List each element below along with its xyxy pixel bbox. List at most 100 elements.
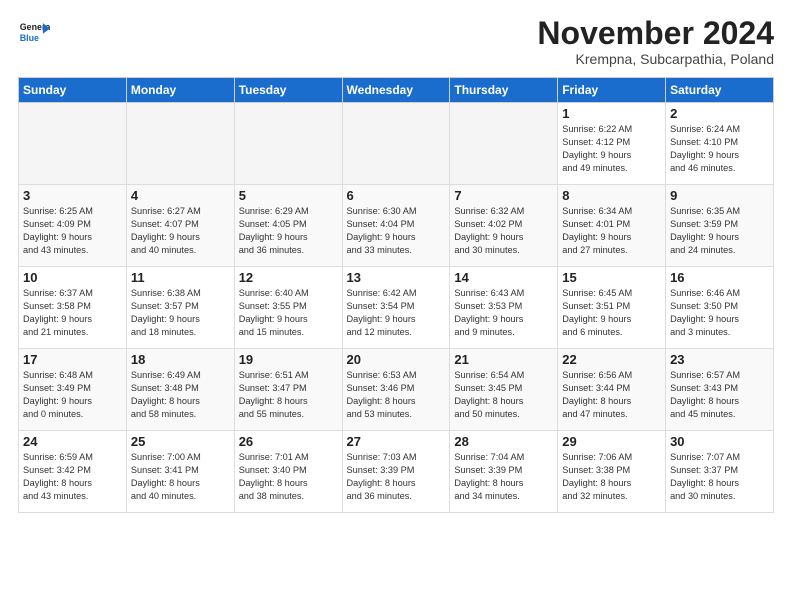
title-section: November 2024 Krempna, Subcarpathia, Pol… [537, 16, 774, 67]
table-row: 16Sunrise: 6:46 AMSunset: 3:50 PMDayligh… [666, 267, 774, 349]
day-info: Sunrise: 6:48 AMSunset: 3:49 PMDaylight:… [23, 369, 122, 421]
col-tuesday: Tuesday [234, 78, 342, 103]
table-row [126, 103, 234, 185]
day-info: Sunrise: 7:07 AMSunset: 3:37 PMDaylight:… [670, 451, 769, 503]
day-info: Sunrise: 6:56 AMSunset: 3:44 PMDaylight:… [562, 369, 661, 421]
day-info: Sunrise: 6:29 AMSunset: 4:05 PMDaylight:… [239, 205, 338, 257]
day-number: 26 [239, 434, 338, 449]
day-info: Sunrise: 6:49 AMSunset: 3:48 PMDaylight:… [131, 369, 230, 421]
table-row [234, 103, 342, 185]
table-row: 6Sunrise: 6:30 AMSunset: 4:04 PMDaylight… [342, 185, 450, 267]
day-info: Sunrise: 6:51 AMSunset: 3:47 PMDaylight:… [239, 369, 338, 421]
day-number: 8 [562, 188, 661, 203]
calendar-week-row: 3 Sunrise: 6:25 AMSunset: 4:09 PMDaylight… [19, 185, 774, 267]
day-info: Sunrise: 6:46 AMSunset: 3:50 PMDaylight:… [670, 287, 769, 339]
table-row: 1 Sunrise: 6:22 AMSunset: 4:12 PMDaylight… [558, 103, 666, 185]
table-row: 28 Sunrise: 7:04 AMSunset: 3:39 PMDayligh… [450, 431, 558, 513]
table-row: 4 Sunrise: 6:27 AMSunset: 4:07 PMDaylight… [126, 185, 234, 267]
calendar-week-row: 10 Sunrise: 6:37 AMSunset: 3:58 PMDayligh… [19, 267, 774, 349]
day-number: 15 [562, 270, 661, 285]
day-number: 10 [23, 270, 122, 285]
col-saturday: Saturday [666, 78, 774, 103]
day-info: Sunrise: 6:25 AMSunset: 4:09 PMDaylight:… [23, 205, 122, 257]
day-number: 11 [131, 270, 230, 285]
day-number: 1 [562, 106, 661, 121]
table-row: 23Sunrise: 6:57 AMSunset: 3:43 PMDayligh… [666, 349, 774, 431]
table-row: 13Sunrise: 6:42 AMSunset: 3:54 PMDayligh… [342, 267, 450, 349]
day-number: 2 [670, 106, 769, 121]
table-row: 3 Sunrise: 6:25 AMSunset: 4:09 PMDaylight… [19, 185, 127, 267]
table-row: 20 Sunrise: 6:53 AMSunset: 3:46 PMDayligh… [342, 349, 450, 431]
table-row: 7 Sunrise: 6:32 AMSunset: 4:02 PMDaylight… [450, 185, 558, 267]
day-info: Sunrise: 7:04 AMSunset: 3:39 PMDaylight:… [454, 451, 553, 503]
table-row: 10 Sunrise: 6:37 AMSunset: 3:58 PMDayligh… [19, 267, 127, 349]
table-row: 2 Sunrise: 6:24 AMSunset: 4:10 PMDaylight… [666, 103, 774, 185]
table-row: 19Sunrise: 6:51 AMSunset: 3:47 PMDayligh… [234, 349, 342, 431]
day-number: 24 [23, 434, 122, 449]
day-number: 14 [454, 270, 553, 285]
day-number: 20 [347, 352, 446, 367]
day-info: Sunrise: 6:22 AMSunset: 4:12 PMDaylight:… [562, 123, 661, 175]
page: General Blue November 2024 Krempna, Subc… [0, 0, 792, 523]
col-friday: Friday [558, 78, 666, 103]
table-row: 12 Sunrise: 6:40 AMSunset: 3:55 PMDayligh… [234, 267, 342, 349]
svg-text:Blue: Blue [20, 33, 39, 43]
table-row: 18 Sunrise: 6:49 AMSunset: 3:48 PMDayligh… [126, 349, 234, 431]
day-info: Sunrise: 6:24 AMSunset: 4:10 PMDaylight:… [670, 123, 769, 175]
day-info: Sunrise: 6:35 AMSunset: 3:59 PMDaylight:… [670, 205, 769, 257]
calendar-week-row: 1 Sunrise: 6:22 AMSunset: 4:12 PMDaylight… [19, 103, 774, 185]
day-info: Sunrise: 6:43 AMSunset: 3:53 PMDaylight:… [454, 287, 553, 339]
header-row: Sunday Monday Tuesday Wednesday Thursday… [19, 78, 774, 103]
table-row [19, 103, 127, 185]
day-info: Sunrise: 6:38 AMSunset: 3:57 PMDaylight:… [131, 287, 230, 339]
day-info: Sunrise: 7:01 AMSunset: 3:40 PMDaylight:… [239, 451, 338, 503]
table-row [342, 103, 450, 185]
day-info: Sunrise: 6:32 AMSunset: 4:02 PMDaylight:… [454, 205, 553, 257]
day-number: 4 [131, 188, 230, 203]
table-row: 30 Sunrise: 7:07 AMSunset: 3:37 PMDayligh… [666, 431, 774, 513]
header: General Blue November 2024 Krempna, Subc… [18, 16, 774, 67]
table-row: 25Sunrise: 7:00 AMSunset: 3:41 PMDayligh… [126, 431, 234, 513]
day-number: 30 [670, 434, 769, 449]
logo-icon: General Blue [18, 16, 50, 48]
calendar-table: Sunday Monday Tuesday Wednesday Thursday… [18, 77, 774, 513]
day-info: Sunrise: 6:45 AMSunset: 3:51 PMDaylight:… [562, 287, 661, 339]
day-number: 13 [347, 270, 446, 285]
day-number: 21 [454, 352, 553, 367]
day-number: 3 [23, 188, 122, 203]
day-info: Sunrise: 6:54 AMSunset: 3:45 PMDaylight:… [454, 369, 553, 421]
day-number: 28 [454, 434, 553, 449]
day-number: 27 [347, 434, 446, 449]
col-wednesday: Wednesday [342, 78, 450, 103]
day-info: Sunrise: 7:00 AMSunset: 3:41 PMDaylight:… [131, 451, 230, 503]
table-row: 24 Sunrise: 6:59 AMSunset: 3:42 PMDayligh… [19, 431, 127, 513]
table-row: 17 Sunrise: 6:48 AMSunset: 3:49 PMDayligh… [19, 349, 127, 431]
table-row: 11 Sunrise: 6:38 AMSunset: 3:57 PMDayligh… [126, 267, 234, 349]
day-number: 18 [131, 352, 230, 367]
day-info: Sunrise: 6:40 AMSunset: 3:55 PMDaylight:… [239, 287, 338, 339]
day-info: Sunrise: 6:59 AMSunset: 3:42 PMDaylight:… [23, 451, 122, 503]
day-info: Sunrise: 6:27 AMSunset: 4:07 PMDaylight:… [131, 205, 230, 257]
calendar-week-row: 17 Sunrise: 6:48 AMSunset: 3:49 PMDayligh… [19, 349, 774, 431]
calendar-week-row: 24 Sunrise: 6:59 AMSunset: 3:42 PMDayligh… [19, 431, 774, 513]
table-row: 26 Sunrise: 7:01 AMSunset: 3:40 PMDayligh… [234, 431, 342, 513]
day-info: Sunrise: 6:37 AMSunset: 3:58 PMDaylight:… [23, 287, 122, 339]
day-info: Sunrise: 6:53 AMSunset: 3:46 PMDaylight:… [347, 369, 446, 421]
day-number: 9 [670, 188, 769, 203]
table-row: 5 Sunrise: 6:29 AMSunset: 4:05 PMDaylight… [234, 185, 342, 267]
table-row: 21 Sunrise: 6:54 AMSunset: 3:45 PMDayligh… [450, 349, 558, 431]
day-info: Sunrise: 6:30 AMSunset: 4:04 PMDaylight:… [347, 205, 446, 257]
col-sunday: Sunday [19, 78, 127, 103]
day-number: 17 [23, 352, 122, 367]
day-number: 7 [454, 188, 553, 203]
table-row: 8 Sunrise: 6:34 AMSunset: 4:01 PMDaylight… [558, 185, 666, 267]
day-number: 5 [239, 188, 338, 203]
day-info: Sunrise: 7:03 AMSunset: 3:39 PMDaylight:… [347, 451, 446, 503]
table-row: 9 Sunrise: 6:35 AMSunset: 3:59 PMDaylight… [666, 185, 774, 267]
day-number: 29 [562, 434, 661, 449]
day-info: Sunrise: 6:34 AMSunset: 4:01 PMDaylight:… [562, 205, 661, 257]
day-number: 12 [239, 270, 338, 285]
subtitle: Krempna, Subcarpathia, Poland [537, 51, 774, 67]
table-row: 29Sunrise: 7:06 AMSunset: 3:38 PMDayligh… [558, 431, 666, 513]
logo: General Blue [18, 16, 50, 48]
